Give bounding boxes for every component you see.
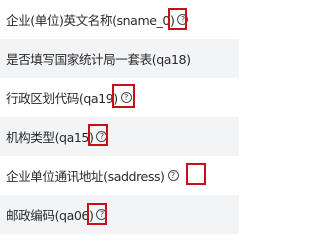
field-row-qa06: 邮政编码(qa06) ? (0, 195, 239, 234)
field-row-sname: 企业(单位)英文名称(sname_0) ? (0, 0, 239, 39)
field-row-qa18: 是否填写国家统计局一套表(qa18) (0, 39, 239, 78)
field-label: 是否填写国家统计局一套表(qa18) (6, 52, 191, 67)
highlight-box (168, 8, 187, 30)
highlight-box (87, 203, 107, 225)
field-list: 企业(单位)英文名称(sname_0) ? 是否填写国家统计局一套表(qa18)… (0, 0, 239, 236)
field-label: 行政区划代码(qa19) (6, 91, 118, 106)
question-circle-icon[interactable]: ? (167, 170, 179, 181)
field-label: 企业(单位)英文名称(sname_0) (6, 13, 175, 28)
field-label: 机构类型(qa15) (6, 130, 94, 145)
highlight-box (88, 124, 108, 146)
field-label: 邮政编码(qa06) (6, 208, 94, 223)
field-row-qa15: 机构类型(qa15) ? (0, 117, 239, 156)
field-label: 企业单位通讯地址(saddress) (6, 169, 165, 184)
highlight-box (186, 163, 206, 185)
highlight-box (112, 84, 135, 108)
